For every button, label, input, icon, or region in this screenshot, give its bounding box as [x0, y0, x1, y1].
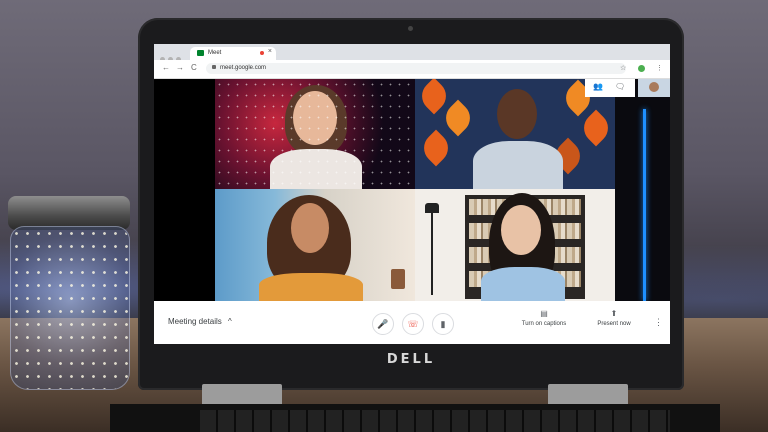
captions-label: Turn on captions [521, 321, 567, 327]
lamp-stand [431, 209, 433, 295]
hang-up-icon: ☏ [407, 319, 419, 329]
profile-avatar[interactable] [638, 65, 645, 72]
fairy-light-jar [4, 196, 134, 392]
hinge-left [202, 384, 282, 406]
participant-face [497, 89, 537, 139]
browser-window: Meet × ← → C meet.google.com ☆ ⋮ 👥 🗨 Mee… [154, 44, 670, 344]
tab-meet[interactable]: Meet × [190, 47, 276, 60]
self-view-thumbnail[interactable] [638, 79, 670, 97]
leaf [417, 129, 455, 167]
lock-icon [212, 65, 216, 69]
more-options-button[interactable]: ⋮ [654, 317, 663, 328]
participant-tile-4[interactable] [415, 189, 615, 301]
back-button[interactable]: ← [162, 63, 170, 72]
participant-face [291, 203, 329, 253]
tab-title: Meet [208, 50, 222, 56]
chevron-up-icon: ^ [228, 317, 232, 326]
plant-pot [391, 269, 405, 289]
chat-icon[interactable]: 🗨 [615, 82, 625, 91]
people-icon[interactable]: 👥 [593, 82, 603, 91]
captions-icon: ▤ [540, 309, 548, 318]
microphone-icon: 🎤 [377, 319, 389, 329]
browser-menu-button[interactable]: ⋮ [656, 64, 663, 72]
present-icon: ⬆ [610, 309, 618, 318]
participant-tile-3[interactable] [215, 189, 415, 301]
tab-close-button[interactable]: × [268, 48, 272, 55]
dell-logo: DELL [386, 352, 436, 367]
jar-body [10, 226, 130, 390]
webcam [408, 26, 413, 31]
leaf [439, 99, 477, 137]
captions-button[interactable]: ▤ Turn on captions [514, 309, 574, 327]
reload-button[interactable]: C [191, 63, 197, 72]
present-now-button[interactable]: ⬆ Present now [584, 309, 644, 327]
url-field[interactable]: meet.google.com [206, 63, 626, 74]
jar-lid [8, 196, 130, 230]
bookmark-star-icon[interactable]: ☆ [620, 64, 626, 72]
meeting-controls-bar: Meeting details ^ 🎤 ☏ ▮ ▤ Turn on captio… [154, 301, 670, 344]
url-text: meet.google.com [220, 65, 267, 71]
participant-face [501, 205, 541, 255]
self-face [649, 82, 659, 92]
address-bar-row: ← → C meet.google.com ☆ ⋮ [154, 60, 670, 79]
participant-face [293, 91, 337, 145]
video-grid: 👥 🗨 [154, 79, 670, 301]
participant-body [481, 267, 565, 301]
light-streak [643, 109, 646, 301]
leaf [415, 79, 453, 115]
participant-body [259, 273, 363, 301]
hinge-right [548, 384, 628, 406]
meet-top-controls: 👥 🗨 [585, 79, 635, 97]
meeting-details-label: Meeting details [168, 317, 222, 326]
microphone-button[interactable]: 🎤 [372, 313, 394, 335]
participant-tile-1[interactable] [215, 79, 415, 189]
meet-favicon-icon [197, 50, 204, 56]
leaf [577, 109, 615, 147]
camera-button[interactable]: ▮ [432, 313, 454, 335]
participant-body [473, 141, 563, 189]
tab-strip: Meet × [154, 44, 670, 62]
keyboard [200, 410, 670, 432]
participant-body [270, 149, 362, 189]
meeting-details-button[interactable]: Meeting details ^ [168, 317, 232, 326]
participant-hair [285, 85, 347, 155]
recording-dot-icon [260, 51, 264, 55]
present-now-label: Present now [597, 321, 631, 327]
video-camera-icon: ▮ [440, 319, 446, 329]
forward-button[interactable]: → [176, 63, 184, 72]
lamp-shade [425, 203, 439, 213]
end-call-button[interactable]: ☏ [402, 313, 424, 335]
